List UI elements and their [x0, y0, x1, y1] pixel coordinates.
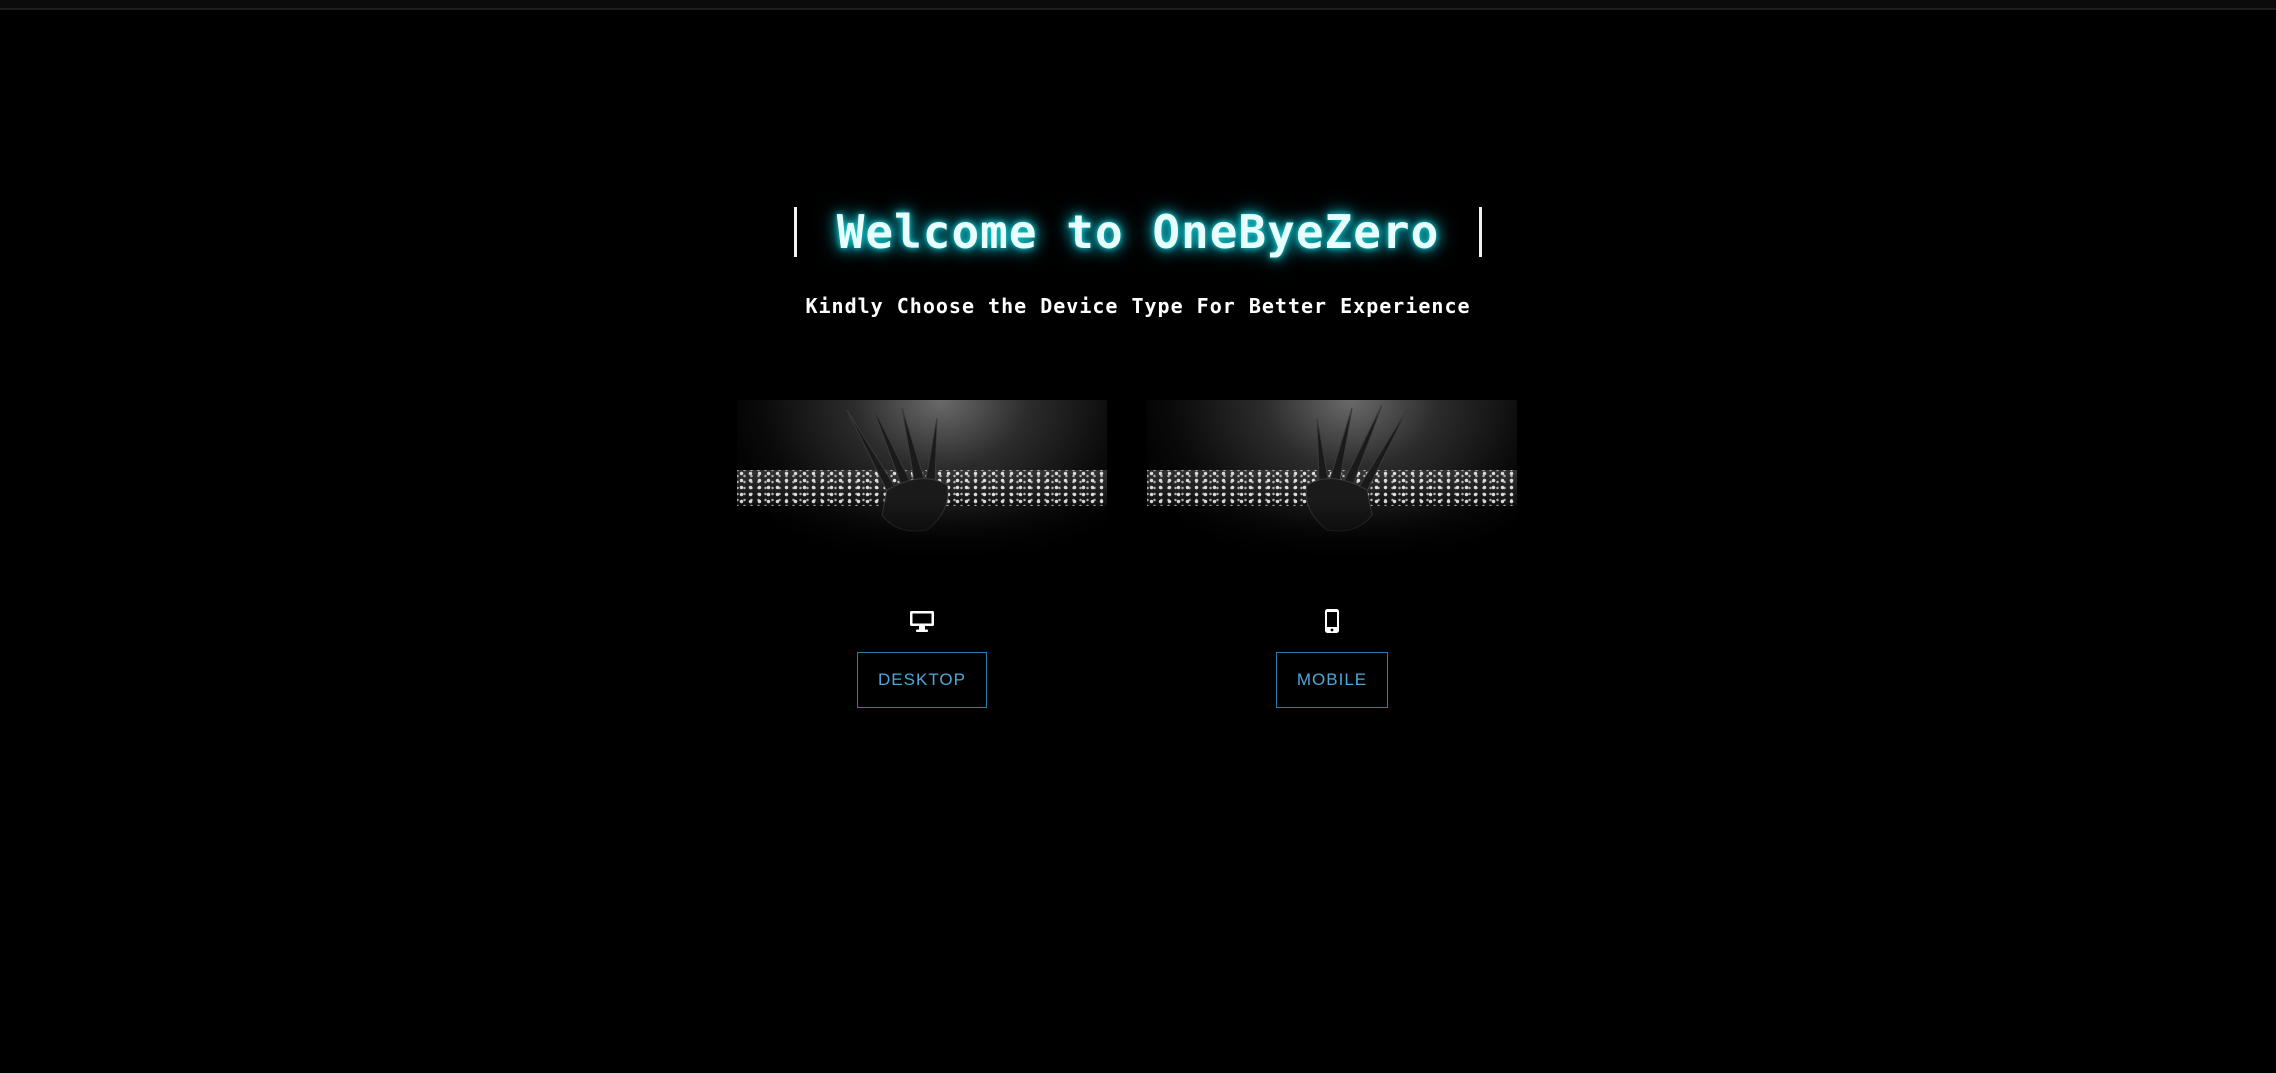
- top-border: [0, 0, 2276, 10]
- mobile-device: MOBILE: [1147, 608, 1517, 708]
- page-title: Welcome to OneByeZero: [836, 205, 1440, 259]
- hero: Welcome to OneByeZero Kindly Choose the …: [0, 200, 2276, 318]
- desktop-hero-image: [737, 400, 1107, 560]
- desktop-icon: [910, 611, 934, 632]
- mobile-button[interactable]: MOBILE: [1275, 652, 1389, 708]
- cursor-bar-right: [1479, 207, 1483, 257]
- mobile-hero-image: [1147, 400, 1517, 560]
- desktop-option: DESKTOP: [737, 400, 1107, 708]
- mobile-phone-icon: [1325, 609, 1339, 633]
- desktop-device: DESKTOP: [737, 608, 1107, 708]
- title-wrap: Welcome to OneByeZero: [793, 200, 1483, 264]
- desktop-button[interactable]: DESKTOP: [857, 652, 987, 708]
- hand-silhouette: [846, 404, 949, 532]
- page-subtitle: Kindly Choose the Device Type For Better…: [805, 294, 1471, 318]
- hand-silhouette: [1305, 404, 1408, 532]
- mobile-option: MOBILE: [1147, 400, 1517, 708]
- cursor-bar-left: [793, 207, 797, 257]
